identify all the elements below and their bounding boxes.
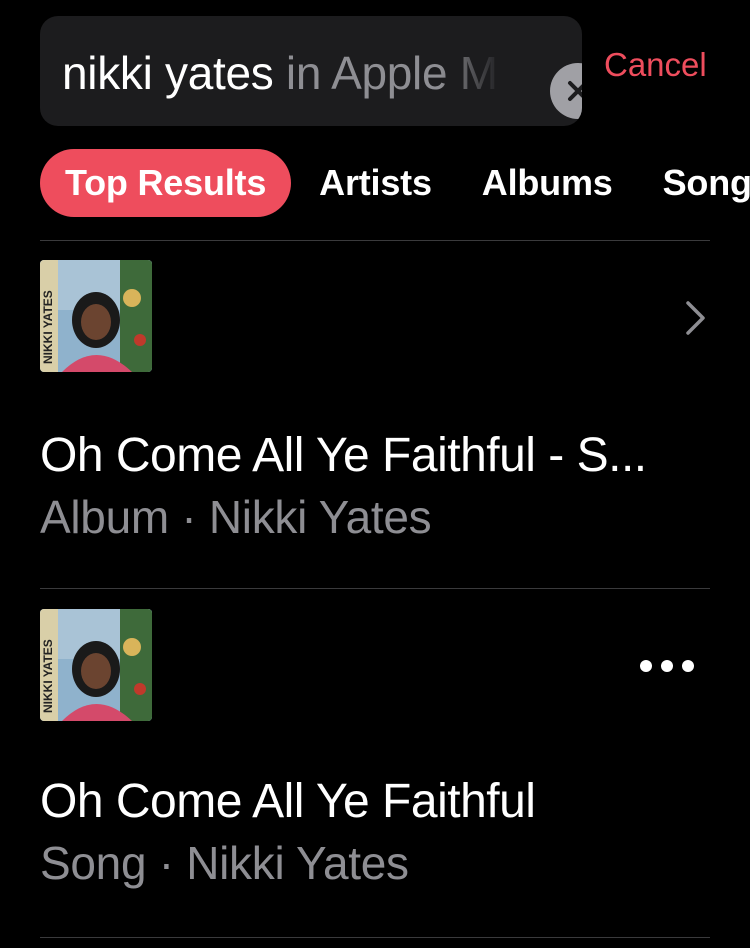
album-artwork: NIKKI YATES — [40, 260, 152, 372]
search-input[interactable]: nikki yates in Apple Music — [62, 16, 502, 126]
result-title: Oh Come All Ye Faithful - S... — [40, 429, 647, 482]
more-dot — [682, 660, 694, 672]
artwork-artist-text: NIKKI YATES — [41, 639, 55, 713]
close-icon — [568, 81, 582, 101]
tab-songs[interactable]: Songs — [663, 162, 750, 204]
tab-top-results[interactable]: Top Results — [40, 149, 292, 217]
song-cover-image: NIKKI YATES — [40, 609, 152, 721]
divider — [40, 937, 710, 938]
result-song-row[interactable]: NIKKI YATES Oh Come All Ye Faithful Song… — [0, 588, 750, 889]
more-dot — [640, 660, 652, 672]
album-cover-image: NIKKI YATES — [40, 260, 152, 372]
result-subtitle: Song · Nikki Yates — [40, 837, 409, 889]
more-icon[interactable] — [640, 656, 694, 676]
tab-artists[interactable]: Artists — [319, 162, 432, 204]
artwork-artist-text: NIKKI YATES — [41, 290, 55, 364]
chevron-right-icon[interactable] — [682, 300, 708, 336]
clear-search-button[interactable] — [550, 63, 582, 119]
result-title: Oh Come All Ye Faithful — [40, 775, 536, 828]
search-scope-text: in Apple Music — [285, 47, 502, 99]
tab-albums[interactable]: Albums — [482, 162, 613, 204]
result-subtitle: Album · Nikki Yates — [40, 491, 432, 543]
cancel-button[interactable]: Cancel — [604, 46, 707, 84]
result-album-row[interactable]: NIKKI YATES Oh Come All Ye Faithful - S.… — [0, 240, 750, 543]
search-scope-tabs: Top Results Artists Albums Songs — [40, 148, 750, 218]
more-dot — [661, 660, 673, 672]
search-field[interactable]: nikki yates in Apple Music — [40, 16, 582, 126]
search-query-text: nikki yates — [62, 47, 274, 99]
song-artwork: NIKKI YATES — [40, 609, 152, 721]
